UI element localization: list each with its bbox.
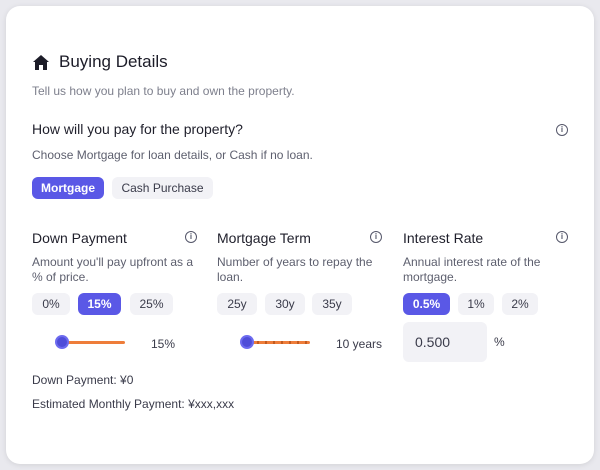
mortgage-term-info-icon[interactable]: i <box>370 231 382 243</box>
mortgage-term-option-25y[interactable]: 25y <box>217 293 257 315</box>
mortgage-option-button[interactable]: Mortgage <box>32 177 104 199</box>
down-payment-slider-thumb[interactable] <box>55 335 69 349</box>
interest-rate-option-0-5[interactable]: 0.5% <box>403 293 450 315</box>
interest-rate-title: Interest Rate <box>403 230 484 246</box>
mortgage-term-slider-value: 10 years <box>336 337 383 351</box>
down-payment-title: Down Payment <box>32 230 127 246</box>
info-icon[interactable]: i <box>556 124 568 136</box>
down-payment-option-0[interactable]: 0% <box>32 293 70 315</box>
interest-rate-option-1[interactable]: 1% <box>458 293 494 315</box>
interest-rate-input[interactable]: 0.500 <box>403 322 487 362</box>
interest-rate-description: Annual interest rate of the mortgage. <box>403 255 541 284</box>
mortgage-term-title: Mortgage Term <box>217 230 311 246</box>
mortgage-term-slider-thumb[interactable] <box>240 335 254 349</box>
payment-question: How will you pay for the property? <box>32 121 243 137</box>
payment-hint: Choose Mortgage for loan details, or Cas… <box>32 148 313 162</box>
interest-rate-unit: % <box>494 335 505 349</box>
interest-rate-option-2[interactable]: 2% <box>502 293 538 315</box>
section-title-text: Buying Details <box>59 52 168 71</box>
cash-purchase-option-button[interactable]: Cash Purchase <box>112 177 213 199</box>
down-payment-description: Amount you'll pay upfront as a % of pric… <box>32 255 194 284</box>
down-payment-info-icon[interactable]: i <box>185 231 197 243</box>
interest-rate-info-icon[interactable]: i <box>556 231 568 243</box>
down-payment-summary: Down Payment: ¥0 <box>32 373 134 387</box>
mortgage-term-option-35y[interactable]: 35y <box>312 293 352 315</box>
buying-details-card: Buying Details Tell us how you plan to b… <box>6 6 594 464</box>
mortgage-term-option-30y[interactable]: 30y <box>265 293 305 315</box>
down-payment-option-25[interactable]: 25% <box>130 293 173 315</box>
down-payment-option-15[interactable]: 15% <box>78 293 121 315</box>
section-title: Buying Details <box>33 52 168 72</box>
down-payment-slider-value: 15% <box>151 337 176 351</box>
monthly-payment-summary: Estimated Monthly Payment: ¥xxx,xxx <box>32 397 235 411</box>
home-icon <box>33 54 49 70</box>
section-subtitle: Tell us how you plan to buy and own the … <box>32 84 295 98</box>
mortgage-term-description: Number of years to repay the loan. <box>217 255 373 284</box>
